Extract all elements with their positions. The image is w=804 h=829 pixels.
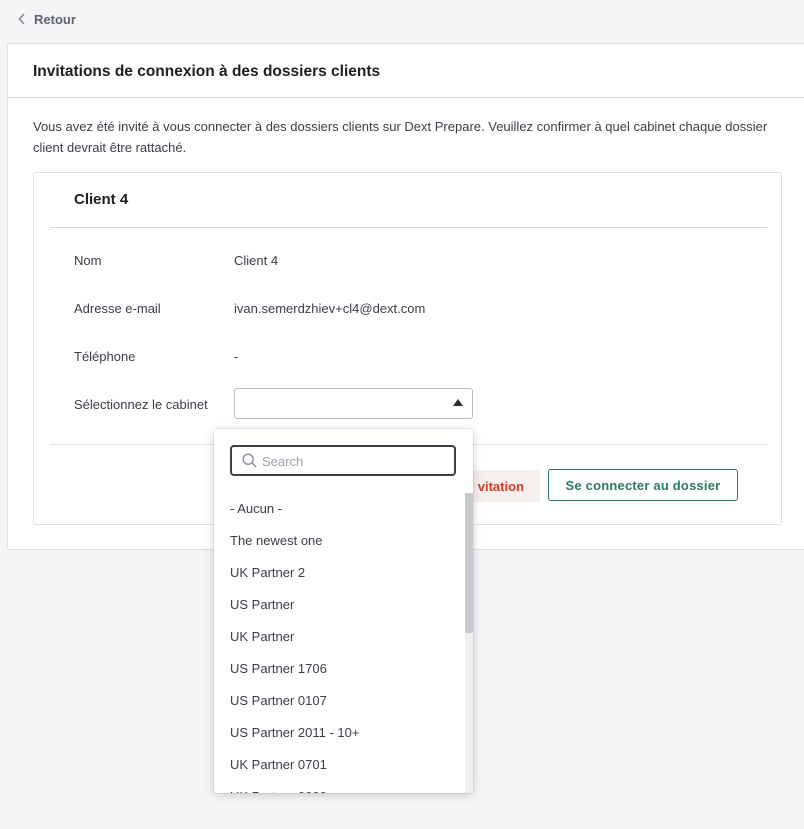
option-item[interactable]: The newest one (214, 525, 465, 557)
phone-row: Téléphone - (74, 349, 238, 364)
option-item[interactable]: US Partner (214, 589, 465, 621)
chevron-left-icon (18, 13, 25, 25)
back-label: Retour (34, 11, 76, 27)
search-icon (242, 453, 257, 468)
back-link[interactable]: Retour (18, 10, 76, 28)
phone-label: Téléphone (74, 349, 136, 364)
email-label: Adresse e-mail (74, 301, 161, 316)
email-row: Adresse e-mail ivan.semerdzhiev+cl4@dext… (74, 301, 425, 316)
search-input[interactable] (262, 451, 442, 471)
email-value: ivan.semerdzhiev+cl4@dext.com (234, 301, 426, 316)
name-value: Client 4 (234, 253, 279, 268)
option-item[interactable]: US Partner 1706 (214, 653, 465, 685)
option-item[interactable]: UK Partner (214, 621, 465, 653)
search-field[interactable] (230, 445, 456, 476)
name-label: Nom (74, 253, 102, 268)
phone-value: - (234, 349, 239, 364)
options-list: - Aucun - The newest one UK Partner 2 US… (214, 493, 465, 793)
connect-to-file-button[interactable]: Se connecter au dossier (548, 469, 738, 501)
option-item[interactable]: UK Partner 2 (214, 557, 465, 589)
divider (8, 97, 804, 98)
divider (50, 227, 767, 228)
option-item[interactable]: US Partner 0107 (214, 685, 465, 717)
name-row: Nom Client 4 (74, 253, 278, 268)
option-item[interactable]: US Partner 2011 - 10+ (214, 717, 465, 749)
option-item[interactable]: UK Partner 0701 (214, 749, 465, 781)
caret-up-icon (453, 399, 463, 406)
practice-select[interactable] (234, 388, 473, 419)
option-none[interactable]: - Aucun - (214, 493, 465, 525)
page-title: Invitations de connexion à des dossiers … (33, 63, 381, 80)
practice-dropdown: - Aucun - The newest one UK Partner 2 US… (214, 429, 473, 793)
client-title: Client 4 (74, 191, 129, 208)
practice-row: Sélectionnez le cabinet (74, 397, 208, 412)
practice-label: Sélectionnez le cabinet (74, 397, 208, 412)
intro-text: Vous avez été invité à vous connecter à … (33, 119, 768, 155)
scrollbar-thumb[interactable] (465, 493, 473, 633)
option-item[interactable]: UK Partner 0000 (214, 781, 465, 793)
